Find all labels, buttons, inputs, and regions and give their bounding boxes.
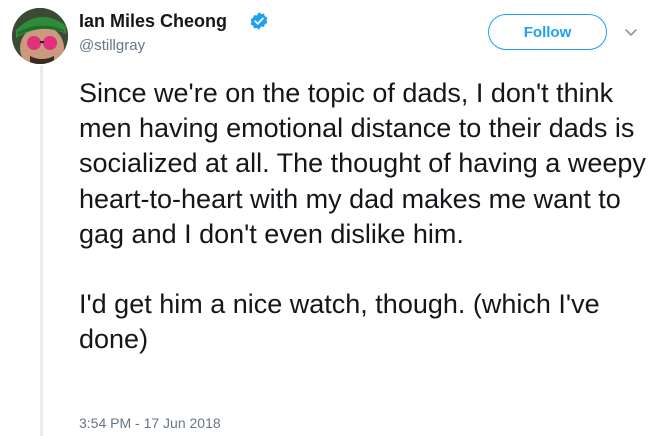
display-name[interactable]: Ian Miles Cheong <box>79 11 227 32</box>
handle[interactable]: @stillgray <box>79 37 145 54</box>
tweet-paragraph: I'd get him a nice watch, though. (which… <box>79 289 600 355</box>
tweet-card: Ian Miles Cheong @stillgray Follow Since… <box>0 0 663 436</box>
avatar[interactable] <box>12 8 68 64</box>
verified-badge-icon <box>250 12 268 30</box>
chevron-down-icon[interactable] <box>623 26 639 38</box>
tweet-text: Since we're on the topic of dads, I don'… <box>79 76 654 357</box>
timestamp[interactable]: 3:54 PM - 17 Jun 2018 <box>79 415 221 431</box>
follow-button-label: Follow <box>523 23 572 41</box>
follow-button[interactable]: Follow <box>488 14 607 50</box>
tweet-paragraph: Since we're on the topic of dads, I don'… <box>79 78 646 249</box>
thread-line <box>40 66 43 436</box>
avatar-image <box>12 8 68 64</box>
